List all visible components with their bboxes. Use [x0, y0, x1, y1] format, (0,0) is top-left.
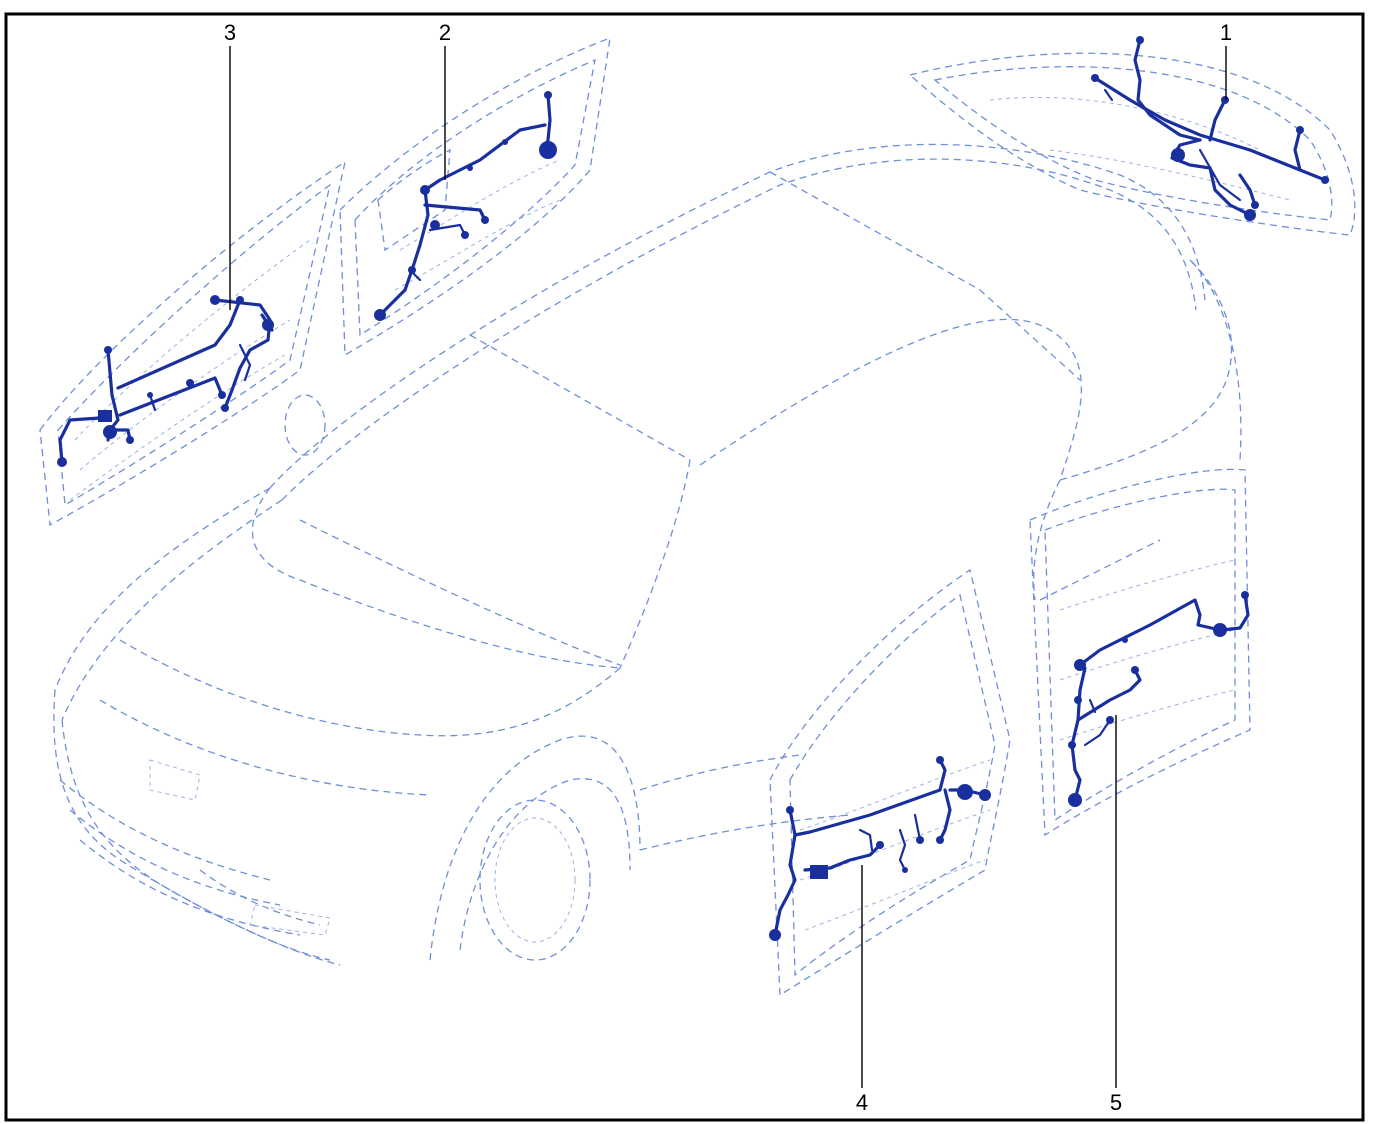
callout-label-2: 2: [439, 20, 451, 45]
harness-2: [374, 91, 557, 321]
harness-4: [769, 756, 991, 941]
door-panel-5: [1029, 468, 1251, 837]
callout-label-3: 3: [224, 20, 236, 45]
callout-2: 2: [439, 20, 451, 180]
harness-5: [1068, 591, 1250, 807]
callout-label-4: 4: [856, 1090, 868, 1115]
door-panel-3: [39, 160, 346, 527]
harness-diagram: 1 2 3 4 5: [4, 12, 1365, 1122]
callout-5: 5: [1110, 715, 1122, 1115]
callout-4: 4: [856, 865, 868, 1115]
car-body-outline: [53, 143, 1242, 966]
callout-label-1: 1: [1220, 20, 1232, 45]
callout-3: 3: [224, 20, 236, 310]
harness-1: [1091, 36, 1329, 221]
diagram-border: [4, 12, 1365, 1122]
door-panel-2: [339, 36, 611, 357]
tailgate-panel-1: [908, 52, 1356, 236]
callout-label-5: 5: [1110, 1090, 1122, 1115]
door-panel-4: [769, 568, 1011, 997]
